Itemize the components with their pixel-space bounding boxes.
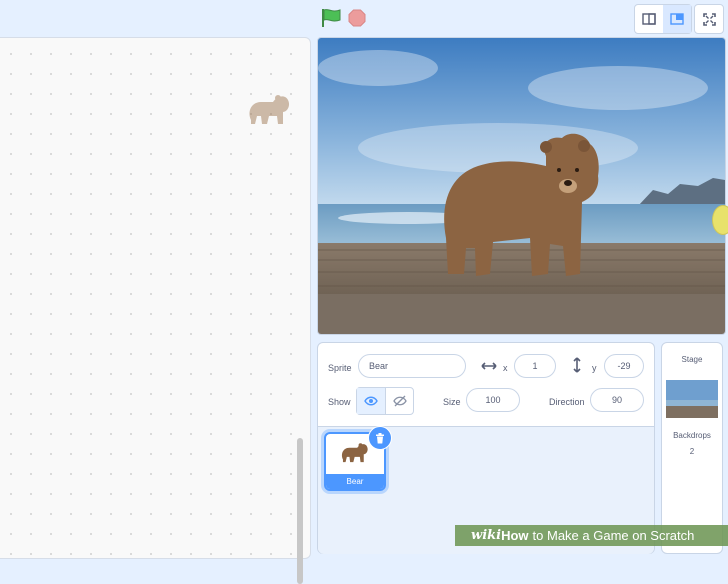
delete-sprite-button[interactable]	[368, 426, 392, 450]
code-scrollbar[interactable]	[297, 438, 303, 584]
eye-slash-icon	[393, 395, 407, 407]
size-input[interactable]: 100	[466, 388, 520, 412]
backdrop-thumbnail	[666, 380, 718, 418]
x-input[interactable]: 1	[514, 354, 556, 378]
bear-thumbnail-icon	[341, 443, 368, 463]
show-label: Show	[328, 397, 351, 407]
large-stage-icon	[670, 13, 684, 25]
sprite-tile-name: Bear	[326, 474, 384, 489]
show-button[interactable]	[357, 388, 385, 414]
small-stage-icon	[642, 13, 656, 25]
hide-button[interactable]	[385, 388, 414, 414]
stop-sign-icon[interactable]	[348, 9, 366, 27]
y-input[interactable]: -29	[604, 354, 644, 378]
trash-icon	[376, 432, 384, 443]
visibility-toggle	[356, 387, 414, 415]
wikihow-watermark: wiki How to Make a Game on Scratch	[455, 525, 728, 546]
sprite-bear-watermark-icon	[249, 95, 290, 124]
sprite-info-pane: Sprite Bear x 1 y -29 Show Size 100 Dire…	[317, 342, 655, 554]
direction-input[interactable]: 90	[590, 388, 644, 412]
vertical-arrows-icon	[573, 357, 581, 373]
code-workspace[interactable]	[0, 37, 311, 584]
stage-pane-title: Stage	[681, 355, 703, 364]
stage-resize-handle[interactable]	[712, 205, 728, 235]
stage-thumbnail[interactable]	[666, 380, 718, 418]
fullscreen-button[interactable]	[694, 4, 724, 34]
x-label: x	[503, 363, 508, 373]
size-label: Size	[443, 397, 461, 407]
direction-label: Direction	[549, 397, 585, 407]
fullscreen-icon	[702, 12, 716, 26]
horizontal-arrows-icon	[481, 362, 497, 370]
eye-icon	[364, 396, 378, 406]
y-label: y	[592, 363, 597, 373]
large-stage-button[interactable]	[663, 5, 691, 33]
stage-backdrop	[318, 38, 725, 334]
watermark-prefix: wiki	[471, 528, 502, 543]
sprite-label: Sprite	[328, 363, 352, 373]
backdrops-label: Backdrops	[673, 431, 711, 440]
stage-target-pane[interactable]: Stage Backdrops 2	[661, 342, 723, 554]
top-bar	[0, 0, 728, 36]
backdrops-count: 2	[689, 447, 695, 456]
small-stage-button[interactable]	[635, 5, 663, 33]
stage-canvas[interactable]	[317, 37, 726, 335]
watermark-bold: How	[501, 528, 529, 543]
watermark-rest: to Make a Game on Scratch	[532, 528, 695, 543]
sprite-name-input[interactable]: Bear	[358, 354, 466, 378]
stage-size-toggle	[634, 4, 692, 34]
fullscreen-button-inner[interactable]	[695, 5, 723, 33]
green-flag-icon[interactable]	[320, 8, 342, 28]
